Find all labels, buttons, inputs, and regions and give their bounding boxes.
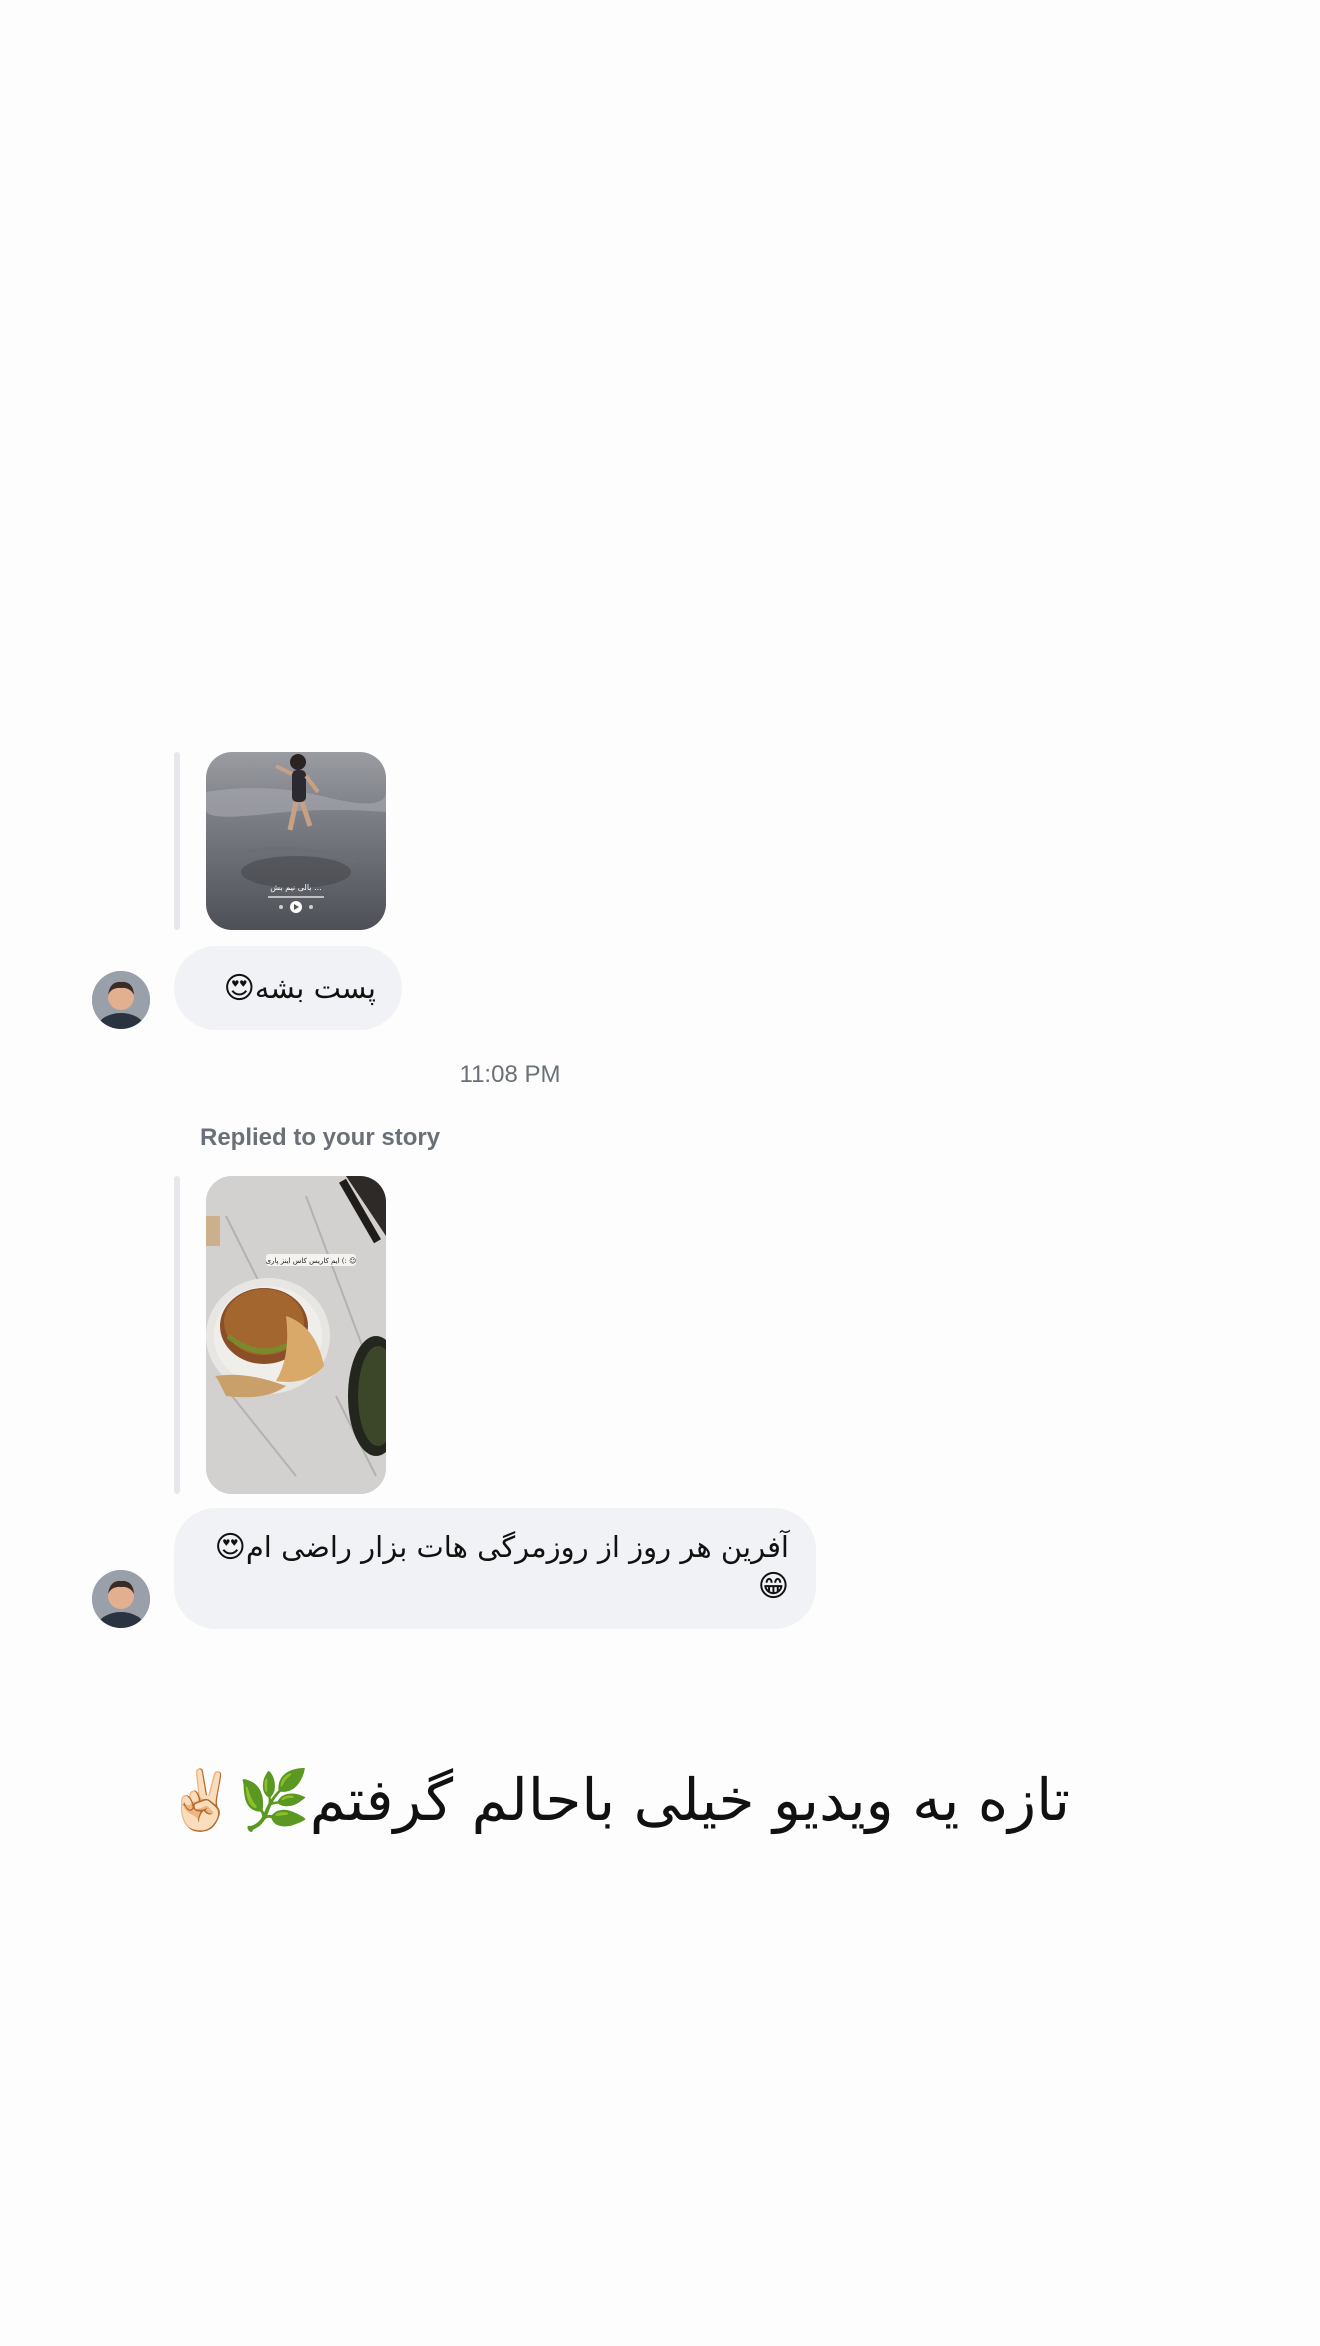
caption-emojis: 🌿✌🏻 [165, 1766, 310, 1834]
story-thumbnail-image[interactable]: ایم کاریس کاس اینز پاری (: ☺ [206, 1176, 386, 1494]
caption-text: تازه یه ویدیو خیلی باحالم گرفتم [309, 1766, 1070, 1834]
message-thread: بالی نیم بش ... پست بشه😍 11:08 PM Replie… [0, 0, 1320, 2346]
message-text-line-1: آفرین هر روز از روزمرگی هات بزار راضی ام… [198, 1528, 789, 1567]
sender-avatar[interactable] [92, 971, 150, 1029]
heart-eyes-emoji: 😍 [223, 971, 255, 1006]
grinning-emoji: 😁 [757, 1569, 789, 1604]
overlay-caption: تازه یه ویدیو خیلی باحالم گرفتم🌿✌🏻 [165, 1760, 1070, 1840]
message-text-line-2: 😁 [198, 1567, 789, 1606]
message-text: پست بشه [254, 971, 376, 1005]
story-sticker-text: ایم کاریس کاس اینز پاری (: ☺ [266, 1257, 357, 1265]
message-bubble[interactable]: آفرین هر روز از روزمرگی هات بزار راضی ام… [174, 1508, 816, 1629]
reply-indicator-bar [174, 752, 180, 930]
story-thumbnail-video[interactable]: بالی نیم بش ... [206, 752, 386, 930]
sender-avatar[interactable] [92, 1570, 150, 1628]
replied-to-story-label: Replied to your story [200, 1124, 441, 1151]
heart-eyes-emoji: 😍 [214, 1530, 246, 1565]
message-text: آفرین هر روز از روزمرگی هات بزار راضی ام [245, 1530, 789, 1564]
message-timestamp: 11:08 PM [459, 1061, 561, 1088]
reply-indicator-bar [174, 1176, 180, 1494]
story-overlay-text: بالی نیم بش ... [270, 883, 321, 892]
message-bubble[interactable]: پست بشه😍 [174, 946, 402, 1030]
